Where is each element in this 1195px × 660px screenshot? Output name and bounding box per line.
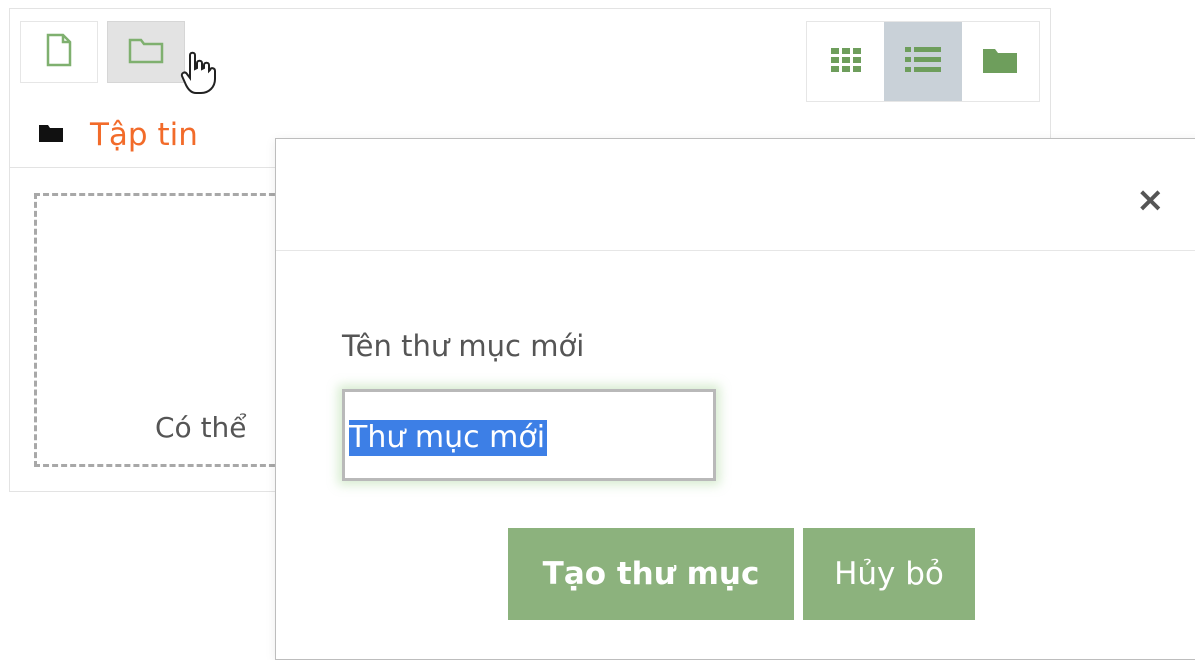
list-view-icon	[904, 46, 941, 77]
close-button[interactable]: ×	[1136, 183, 1165, 217]
folder-outline-icon	[128, 36, 164, 68]
folder-name-input[interactable]: Thư mục mới	[342, 389, 716, 481]
cancel-button[interactable]: Hủy bỏ	[803, 528, 975, 620]
file-icon	[46, 33, 72, 71]
hand-cursor-icon	[180, 51, 216, 99]
folder-name-input-value: Thư mục mới	[349, 420, 548, 456]
folder-name-label: Tên thư mục mới	[342, 329, 585, 363]
folder-icon	[38, 123, 64, 147]
tree-view-button[interactable]	[962, 22, 1039, 101]
new-folder-dialog: × Tên thư mục mới Thư mục mới Tạo thư mụ…	[275, 138, 1195, 660]
tree-view-folder-icon	[982, 46, 1018, 78]
dropzone-text: Có thể	[155, 411, 247, 444]
view-mode-group	[806, 21, 1040, 102]
breadcrumb-root-link[interactable]: Tập tin	[90, 117, 198, 153]
grid-view-icon	[830, 47, 861, 76]
add-file-button[interactable]	[20, 21, 98, 83]
list-view-button[interactable]	[884, 22, 962, 101]
dialog-header	[276, 139, 1195, 251]
create-folder-confirm-button[interactable]: Tạo thư mục	[508, 528, 794, 620]
create-folder-button[interactable]	[107, 21, 185, 83]
breadcrumb: Tập tin	[38, 117, 198, 153]
grid-view-button[interactable]	[807, 22, 884, 101]
